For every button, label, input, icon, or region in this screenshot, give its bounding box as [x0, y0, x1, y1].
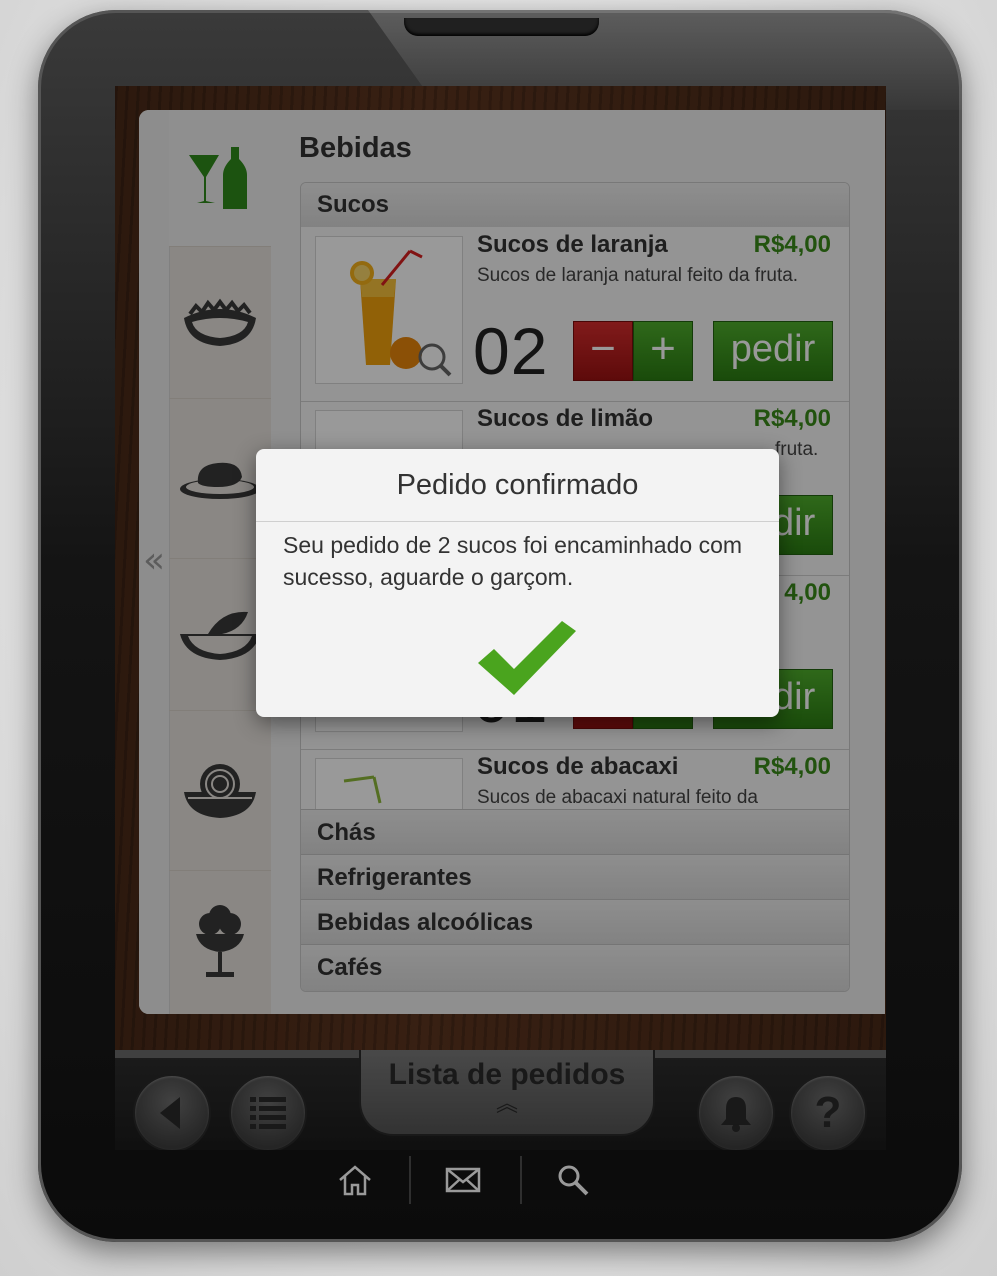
screen: « Bebidas Sucos Sucos de laranja R$4,00 …: [115, 86, 886, 1150]
nav-separator: [409, 1156, 411, 1204]
checkmark-icon: [478, 621, 576, 695]
home-key[interactable]: [310, 1150, 400, 1210]
search-key[interactable]: [528, 1150, 618, 1210]
dialog-message: Seu pedido de 2 sucos foi encaminhado co…: [283, 532, 743, 590]
mail-icon: [445, 1167, 481, 1193]
speaker-grille: [404, 18, 599, 36]
search-icon: [558, 1165, 589, 1196]
home-icon: [339, 1165, 371, 1196]
tablet-frame: « Bebidas Sucos Sucos de laranja R$4,00 …: [38, 10, 962, 1242]
dialog-title: Pedido confirmado: [256, 449, 779, 522]
order-confirmation-dialog: Pedido confirmado Seu pedido de 2 sucos …: [256, 449, 779, 717]
nav-separator: [520, 1156, 522, 1204]
mail-key[interactable]: [418, 1150, 508, 1210]
device-nav-keys: [310, 1150, 620, 1210]
